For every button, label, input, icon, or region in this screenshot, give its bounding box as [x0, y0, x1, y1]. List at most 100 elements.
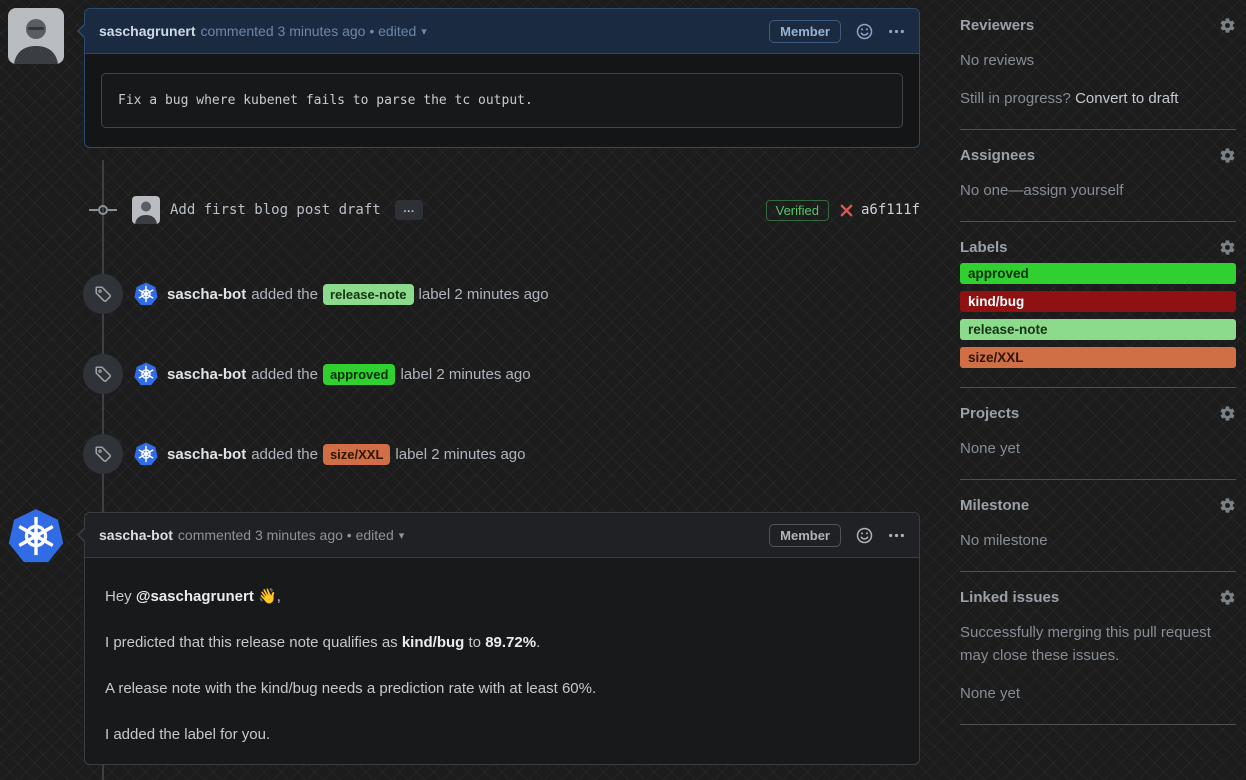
git-commit-icon [89, 202, 117, 218]
timeline-main-column: saschagrunert commented 3 minutes ago • … [0, 0, 936, 780]
comment-meta: commented 3 minutes ago • edited [178, 527, 394, 543]
comment-author-link[interactable]: saschagrunert [99, 23, 195, 39]
labels-title: Labels [960, 239, 1008, 256]
emoji-reaction-button[interactable] [856, 23, 873, 40]
gear-icon[interactable] [1219, 17, 1236, 34]
convert-to-draft-link[interactable]: Convert to draft [1075, 90, 1178, 107]
member-badge: Member [769, 20, 841, 43]
prediction-rate: 89.72% [485, 634, 536, 651]
tag-icon [83, 274, 123, 314]
gear-icon[interactable] [1219, 239, 1236, 256]
sidebar-section-linked-issues: Linked issues Successfully merging this … [960, 572, 1236, 725]
draft-hint: Still in progress? Convert to draft [960, 87, 1236, 110]
event-user-link[interactable]: sascha-bot [167, 366, 246, 383]
member-badge: Member [769, 524, 841, 547]
comment-options-button[interactable] [888, 23, 905, 40]
event-suffix: label 2 minutes ago [395, 446, 525, 463]
sidebar-label-kind-bug[interactable]: kind/bug [960, 291, 1236, 312]
comment-meta: commented 3 minutes ago • edited [200, 23, 416, 39]
mention-link[interactable]: @saschagrunert [136, 588, 254, 605]
event-user-link[interactable]: sascha-bot [167, 446, 246, 463]
event-action: added the [251, 286, 318, 303]
emoji-reaction-button[interactable] [856, 527, 873, 544]
verified-badge: Verified [766, 200, 829, 221]
projects-title: Projects [960, 405, 1019, 422]
smiley-icon [856, 23, 873, 40]
release-note-code-block: Fix a bug where kubenet fails to parse t… [101, 73, 903, 128]
label-event-row: sascha-bot added the release-note label … [0, 274, 936, 314]
sidebar: Reviewers No reviews Still in progress? … [936, 0, 1246, 780]
label-event-row: sascha-bot added the approved label 2 mi… [0, 354, 936, 394]
event-suffix: label 2 minutes ago [419, 286, 549, 303]
smiley-icon [856, 527, 873, 544]
wave-emoji-icon: 👋 [258, 588, 277, 605]
commit-sha-link[interactable]: a6f111f [861, 202, 920, 218]
comment-body: Fix a bug where kubenet fails to parse t… [85, 54, 919, 147]
bot-avatar[interactable] [134, 282, 158, 306]
reviewers-title: Reviewers [960, 17, 1034, 34]
bot-avatar[interactable] [134, 442, 158, 466]
event-suffix: label 2 minutes ago [400, 366, 530, 383]
linked-issues-title: Linked issues [960, 589, 1059, 606]
bot-avatar[interactable] [134, 362, 158, 386]
closing-line: I added the label for you. [105, 724, 899, 746]
sidebar-label-approved[interactable]: approved [960, 263, 1236, 284]
event-user-link[interactable]: sascha-bot [167, 286, 246, 303]
comment-body: Hey @saschagrunert 👋, I predicted that t… [85, 558, 919, 764]
kind-bug-text: kind/bug [402, 634, 465, 651]
tag-icon [83, 434, 123, 474]
greeting-line: Hey @saschagrunert 👋, [105, 586, 899, 608]
commit-author-avatar[interactable] [132, 196, 160, 224]
projects-empty-text: None yet [960, 437, 1236, 460]
commit-event-row: Add first blog post draft … Verified a6f… [0, 196, 936, 224]
sidebar-section-milestone: Milestone No milestone [960, 480, 1236, 572]
comment-saschagrunert: saschagrunert commented 3 minutes ago • … [84, 8, 920, 148]
user-portrait-icon [8, 8, 64, 64]
milestone-empty-text: No milestone [960, 529, 1236, 552]
sidebar-section-assignees: Assignees No one—assign yourself [960, 130, 1236, 222]
linked-issues-description: Successfully merging this pull request m… [960, 621, 1236, 667]
threshold-line: A release note with the kind/bug needs a… [105, 678, 899, 700]
labels-list: approved kind/bug release-note size/XXL [960, 263, 1236, 368]
comment-author-link[interactable]: sascha-bot [99, 527, 173, 543]
kubernetes-logo [134, 282, 158, 306]
reviewers-empty-text: No reviews [960, 49, 1236, 72]
event-action: added the [251, 366, 318, 383]
comment-header: saschagrunert commented 3 minutes ago • … [85, 9, 919, 54]
gear-icon[interactable] [1219, 147, 1236, 164]
event-action: added the [251, 446, 318, 463]
comment-sascha-bot: sascha-bot commented 3 minutes ago • edi… [84, 512, 920, 765]
sidebar-section-projects: Projects None yet [960, 388, 1236, 480]
assignees-empty-text: No one—assign yourself [960, 179, 1236, 202]
bot-avatar-large[interactable] [8, 508, 64, 564]
kebab-menu-icon [888, 23, 905, 40]
kubernetes-logo [134, 362, 158, 386]
label-chip-approved[interactable]: approved [323, 364, 396, 385]
comment-options-button[interactable] [888, 527, 905, 544]
sidebar-section-labels: Labels approved kind/bug release-note si… [960, 222, 1236, 388]
sidebar-label-release-note[interactable]: release-note [960, 319, 1236, 340]
gear-icon[interactable] [1219, 589, 1236, 606]
label-chip-size-xxl[interactable]: size/XXL [323, 444, 390, 465]
kubernetes-logo [8, 508, 64, 564]
linked-issues-empty-text: None yet [960, 682, 1236, 705]
commit-expander-button[interactable]: … [395, 200, 423, 220]
kebab-menu-icon [888, 527, 905, 544]
edited-dropdown-caret[interactable]: ▾ [399, 529, 405, 542]
gear-icon[interactable] [1219, 405, 1236, 422]
label-chip-release-note[interactable]: release-note [323, 284, 414, 305]
gear-icon[interactable] [1219, 497, 1236, 514]
assign-yourself-link[interactable]: assign yourself [1023, 182, 1123, 199]
assignees-title: Assignees [960, 147, 1035, 164]
tag-icon [83, 354, 123, 394]
kubernetes-logo [134, 442, 158, 466]
sidebar-section-reviewers: Reviewers No reviews Still in progress? … [960, 0, 1236, 130]
sidebar-label-size-xxl[interactable]: size/XXL [960, 347, 1236, 368]
milestone-title: Milestone [960, 497, 1029, 514]
comment-header: sascha-bot commented 3 minutes ago • edi… [85, 513, 919, 558]
status-failed-x-icon[interactable] [839, 203, 854, 218]
label-event-row: sascha-bot added the size/XXL label 2 mi… [0, 434, 936, 474]
edited-dropdown-caret[interactable]: ▾ [421, 25, 427, 38]
avatar[interactable] [8, 8, 64, 64]
commit-message-link[interactable]: Add first blog post draft [170, 202, 381, 218]
